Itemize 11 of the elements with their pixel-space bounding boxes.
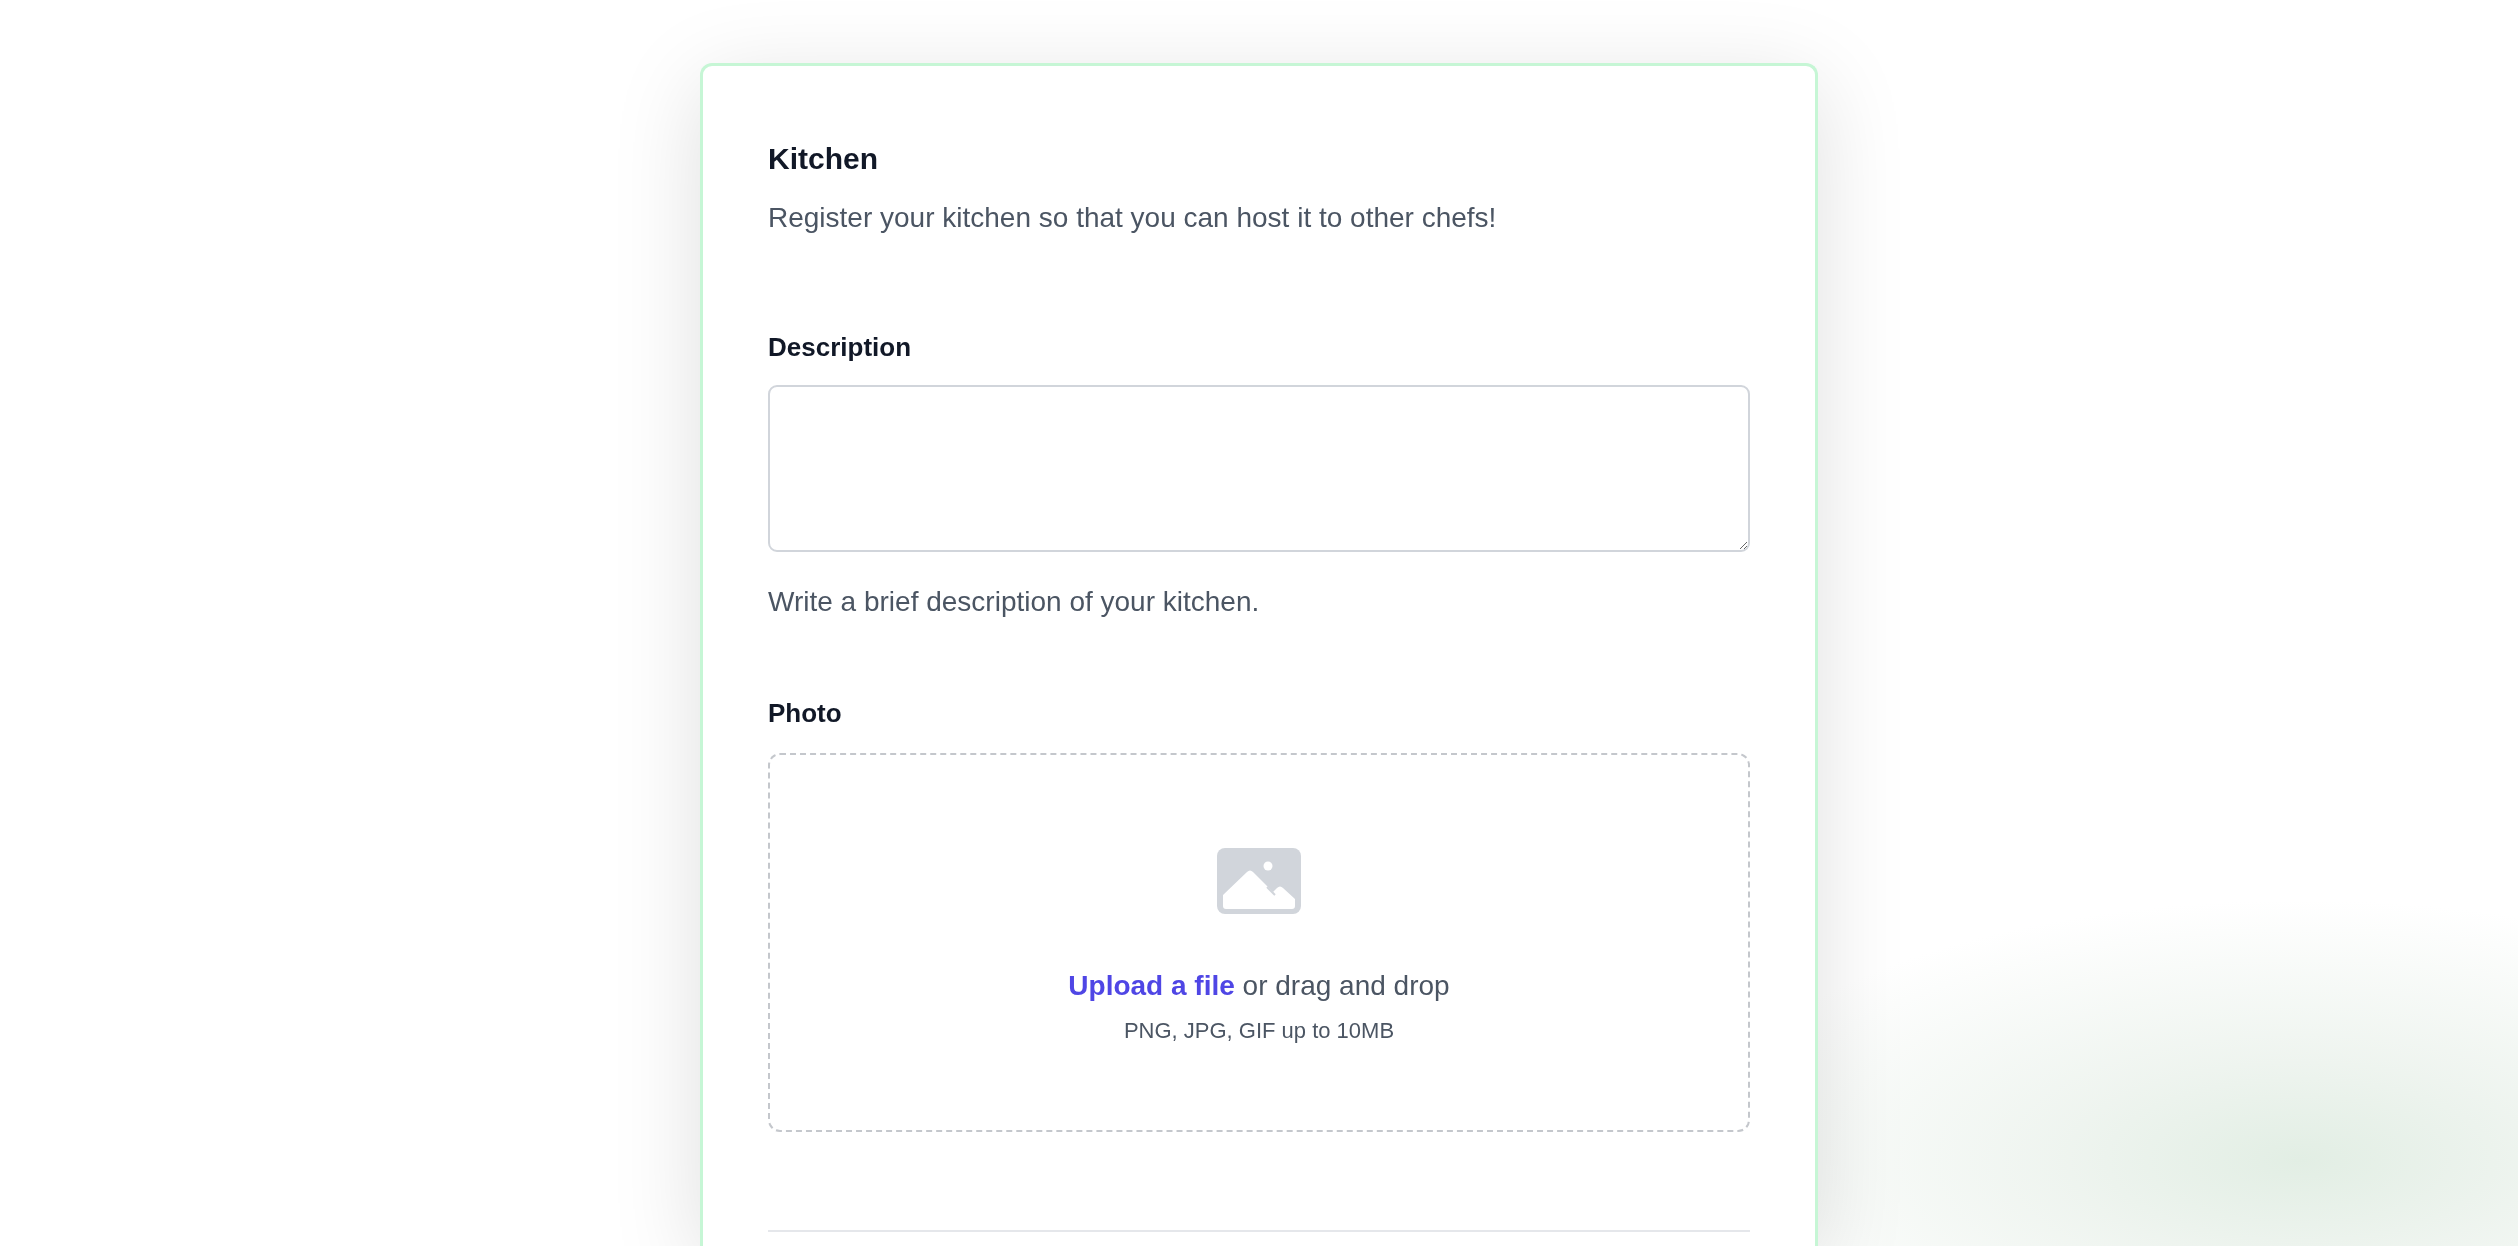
description-field[interactable] [768,385,1750,552]
upload-link[interactable]: Upload a file [1068,970,1235,1001]
field-hint: Write a brief description of your kitchen. [768,585,1260,619]
field-label: Description [768,331,912,364]
field-label: Photo [768,697,842,730]
form-subtitle: Register your kitchen so that you can host it to other chefs! [768,201,1497,235]
form-title: Kitchen [768,141,878,177]
upload-instruction: Upload a file or drag and drop [1068,969,1450,1003]
file-types-note: PNG, JPG, GIF up to 10MB [1123,1017,1395,1045]
file-dropzone[interactable]: Upload a file or drag and drop PNG, JPG, GIF up to 10MB [768,753,1750,1132]
image-icon [1217,848,1301,914]
